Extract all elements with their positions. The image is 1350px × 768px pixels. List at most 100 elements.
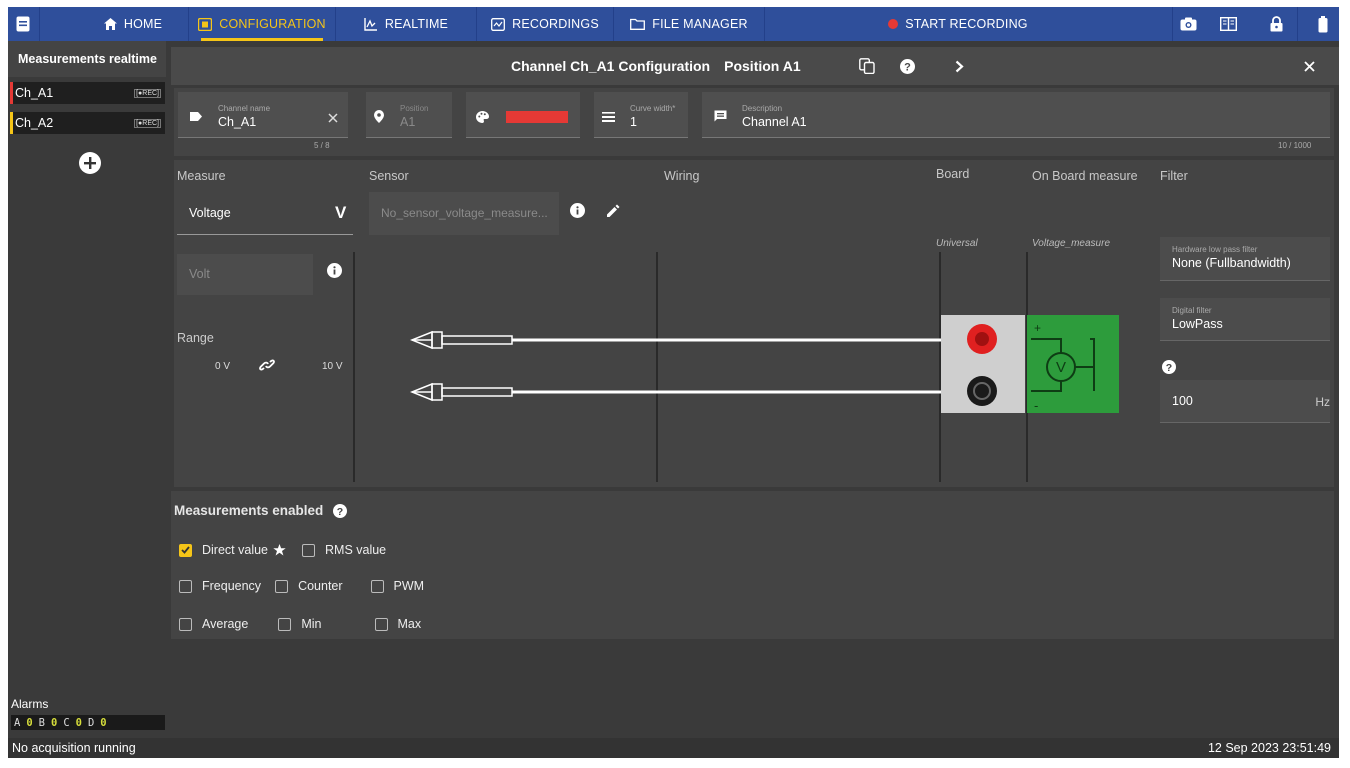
cutoff-frequency-input[interactable]: 100 Hz: [1160, 380, 1330, 423]
sensor-info-icon[interactable]: [570, 203, 585, 218]
alarm-value: 0: [75, 716, 82, 729]
hardware-filter-value: None (Fullbandwidth): [1172, 256, 1291, 270]
sidebar: Measurements realtime Ch_A1 [●REC] Ch_A2…: [8, 41, 166, 758]
sensor-select[interactable]: No_sensor_voltage_measure...: [369, 192, 559, 235]
alarms-indicator: A0 B0 C0 D0: [11, 715, 165, 730]
probe-1: [409, 330, 959, 350]
min-checkbox[interactable]: Min: [278, 617, 322, 631]
color-picker-field[interactable]: [466, 92, 580, 138]
checkbox-box[interactable]: [179, 543, 192, 557]
alarm-key: B: [38, 716, 45, 729]
edit-pencil-icon[interactable]: [607, 204, 620, 217]
sensor-select-value: No_sensor_voltage_measure...: [381, 206, 548, 220]
clear-icon[interactable]: [328, 113, 338, 123]
tab-recordings[interactable]: RECORDINGS: [477, 7, 613, 41]
checkbox-box[interactable]: [374, 617, 388, 631]
app-window: HOME CONFIGURATION REALTIME RECORDINGS F…: [8, 7, 1339, 758]
onboard-type-label: Voltage_measure: [1032, 238, 1111, 249]
unit-info-icon[interactable]: [327, 263, 342, 278]
checkbox-box[interactable]: [179, 579, 192, 593]
sidebar-channel-ch-a2[interactable]: Ch_A2 [●REC]: [10, 112, 165, 134]
digital-filter-label: Digital filter: [1172, 306, 1212, 315]
rec-badge: [●REC]: [134, 118, 161, 128]
curve-width-field[interactable]: Curve width* 1: [594, 92, 688, 138]
link-chain-icon[interactable]: [258, 356, 276, 374]
folder-icon: [630, 18, 646, 30]
digital-filter-value: LowPass: [1172, 317, 1223, 331]
hardware-filter-select[interactable]: Hardware low pass filter None (Fullbandw…: [1160, 237, 1330, 281]
start-recording-button[interactable]: START RECORDING: [888, 7, 1028, 41]
plus-icon: [84, 157, 96, 169]
column-divider: [353, 252, 355, 482]
checkbox-box[interactable]: [302, 543, 315, 557]
recordings-icon: [491, 17, 506, 31]
wiring-diagram: V + -: [409, 315, 1119, 413]
voltmeter-letter: V: [1056, 359, 1066, 376]
config-title: Channel Ch_A1 Configuration Position A1: [511, 47, 801, 85]
curve-width-value: 1: [630, 115, 637, 129]
measurements-enabled-title-row: Measurements enabled ?: [174, 503, 348, 518]
average-checkbox[interactable]: Average: [179, 617, 248, 631]
channel-properties-card: Channel name Ch_A1 5 / 8 Position A1 Cur…: [174, 88, 1334, 156]
channel-name: Ch_A1: [15, 86, 54, 100]
help-icon[interactable]: ?: [333, 503, 348, 518]
measure-select-value: Voltage: [189, 206, 231, 220]
unit-field[interactable]: Volt: [177, 254, 313, 295]
alarm-key: C: [63, 716, 70, 729]
rms-value-checkbox[interactable]: RMS value: [302, 543, 386, 557]
next-chevron-icon[interactable]: [945, 47, 973, 85]
pwm-checkbox[interactable]: PWM: [370, 579, 425, 593]
measure-select[interactable]: Voltage V: [177, 192, 353, 235]
location-pin-icon: [374, 110, 384, 123]
alarm-value: 0: [100, 716, 107, 729]
tab-configuration[interactable]: CONFIGURATION: [189, 7, 335, 41]
camera-icon[interactable]: [1173, 7, 1203, 41]
hardware-filter-label: Hardware low pass filter: [1172, 245, 1258, 254]
checkbox-box[interactable]: [278, 617, 292, 631]
tab-home[interactable]: HOME: [78, 7, 188, 41]
measurements-enabled-title: Measurements enabled: [174, 503, 324, 518]
svg-text:?: ?: [1166, 362, 1172, 374]
check-icon: [181, 546, 190, 554]
start-recording-label: START RECORDING: [905, 17, 1028, 31]
max-checkbox[interactable]: Max: [374, 617, 421, 631]
counter-checkbox[interactable]: Counter: [275, 579, 343, 593]
checkbox-label: PWM: [393, 579, 425, 593]
minus-label: -: [1034, 398, 1038, 413]
checkbox-box[interactable]: [370, 579, 384, 593]
lock-icon[interactable]: [1261, 7, 1291, 41]
filter-help-icon[interactable]: ?: [1162, 360, 1176, 374]
checkbox-box[interactable]: [179, 617, 192, 631]
copy-icon[interactable]: [853, 47, 881, 85]
close-icon[interactable]: [1295, 47, 1323, 85]
frequency-checkbox[interactable]: Frequency: [179, 579, 261, 593]
tab-realtime[interactable]: REALTIME: [336, 7, 476, 41]
digital-filter-select[interactable]: Digital filter LowPass: [1160, 298, 1330, 341]
checkbox-box[interactable]: [275, 579, 289, 593]
filter-column-header: Filter: [1160, 169, 1188, 183]
negative-terminal: [967, 376, 997, 406]
help-icon[interactable]: ?: [893, 47, 921, 85]
top-nav-bar: HOME CONFIGURATION REALTIME RECORDINGS F…: [8, 7, 1339, 41]
channel-color-swatch[interactable]: [506, 111, 568, 123]
description-label: Description: [742, 104, 783, 113]
channel-name-field[interactable]: Channel name Ch_A1: [178, 92, 348, 138]
config-title-text: Channel Ch_A1 Configuration: [511, 58, 711, 74]
description-counter: 10 / 1000: [1278, 141, 1312, 150]
channel-color-bar: [10, 112, 13, 134]
sidebar-channel-ch-a1[interactable]: Ch_A1 [●REC]: [10, 82, 165, 104]
wiring-column-header: Wiring: [664, 169, 700, 183]
add-channel-button[interactable]: [79, 152, 101, 174]
channel-name-label: Channel name: [218, 104, 271, 113]
tab-file-manager[interactable]: FILE MANAGER: [614, 7, 764, 41]
alarm-key: A: [14, 716, 21, 729]
description-value: Channel A1: [742, 115, 807, 129]
svg-text:?: ?: [904, 61, 911, 73]
direct-value-checkbox[interactable]: Direct value: [179, 543, 286, 557]
checkbox-label: Frequency: [202, 579, 262, 593]
app-menu-icon[interactable]: [8, 7, 38, 41]
description-field[interactable]: Description Channel A1: [702, 92, 1330, 138]
battery-icon: [1308, 7, 1338, 41]
book-icon[interactable]: [1213, 7, 1243, 41]
alarms-label: Alarms: [11, 697, 49, 711]
